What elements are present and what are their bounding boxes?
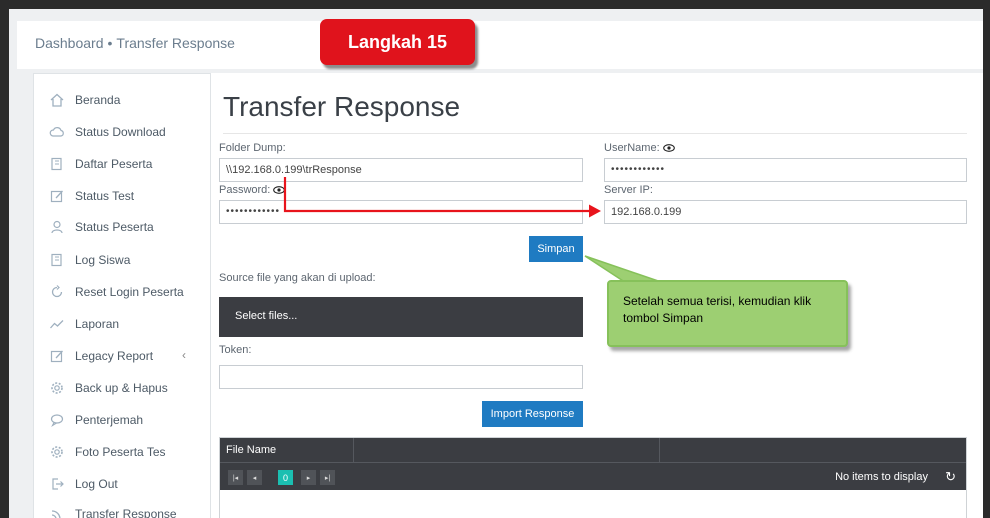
step-badge: Langkah 15 <box>320 19 475 65</box>
cloud-icon <box>48 124 66 140</box>
sidebar: Beranda Status Download Daftar Peserta S… <box>33 73 211 518</box>
chat-icon <box>48 412 66 428</box>
page-title: Transfer Response <box>223 91 461 122</box>
file-upload-dropzone[interactable]: Select files... <box>219 297 583 337</box>
server-ip-input[interactable]: 192.168.0.199 <box>604 200 967 224</box>
breadcrumb-dashboard[interactable]: Dashboard <box>35 35 104 51</box>
sidebar-item-reset-login[interactable]: Reset Login Peserta <box>48 282 184 302</box>
source-file-label: Source file yang akan di upload: <box>219 272 376 284</box>
username-input[interactable]: •••••••••••• <box>604 158 967 182</box>
sidebar-item-label: Status Download <box>75 125 166 139</box>
sidebar-item-label: Status Test <box>75 189 135 203</box>
token-label-text: Token: <box>219 344 252 356</box>
token-input[interactable] <box>219 365 583 389</box>
top-bar: Dashboard • Transfer Response Langkah 15 <box>17 19 983 69</box>
sidebar-item-label: Transfer Response <box>75 507 177 518</box>
column-3[interactable] <box>660 438 966 462</box>
sidebar-item-log-out[interactable]: Log Out <box>48 474 118 494</box>
server-ip-label-text: Server IP: <box>604 184 653 196</box>
app-frame: Dashboard • Transfer Response Langkah 15 B… <box>9 9 983 518</box>
home-icon <box>48 92 66 108</box>
sidebar-item-log-siswa[interactable]: Log Siswa <box>48 250 130 270</box>
files-icon <box>48 156 66 172</box>
token-label: Token: <box>219 344 251 356</box>
select-files-button[interactable]: Select files... <box>235 310 297 322</box>
breadcrumb-separator: • <box>107 35 113 51</box>
refresh-icon[interactable]: ↻ <box>945 469 956 485</box>
source-file-label-text: Source file yang akan di upload: <box>219 272 376 284</box>
edit-icon <box>48 188 66 204</box>
sidebar-item-penterjemah[interactable]: Penterjemah <box>48 410 143 430</box>
sidebar-item-label: Log Siswa <box>75 253 131 267</box>
folder-dump-input[interactable]: \\192.168.0.199\trResponse <box>219 158 583 182</box>
sidebar-item-label: Back up & Hapus <box>75 381 168 395</box>
import-response-button[interactable]: Import Response <box>482 401 583 427</box>
breadcrumb-current: Transfer Response <box>116 35 235 51</box>
prev-page-icon[interactable]: ◂ <box>247 470 262 485</box>
sidebar-item-status-test[interactable]: Status Test <box>48 186 134 206</box>
refresh-icon <box>48 284 66 300</box>
next-page-icon[interactable]: ▸ <box>301 470 316 485</box>
breadcrumb: Dashboard • Transfer Response <box>35 35 235 51</box>
username-label: UserName: <box>604 142 675 154</box>
sidebar-item-label: Status Peserta <box>75 220 154 234</box>
password-input[interactable]: •••••••••••• <box>219 200 583 224</box>
main-panel: Transfer Response Folder Dump: \\192.168… <box>211 73 983 518</box>
sidebar-item-status-peserta[interactable]: Status Peserta <box>48 217 154 237</box>
eye-icon[interactable] <box>662 144 675 152</box>
sidebar-item-label: Laporan <box>75 317 120 331</box>
instruction-callout: Setelah semua terisi, kemudian klik tomb… <box>607 280 848 347</box>
server-ip-label: Server IP: <box>604 184 653 196</box>
sidebar-item-label: Beranda <box>75 93 121 107</box>
gear-icon <box>48 380 66 396</box>
gear-icon <box>48 444 66 460</box>
first-page-icon[interactable]: |◂ <box>228 470 243 485</box>
sidebar-item-beranda[interactable]: Beranda <box>48 90 120 110</box>
chevron-left-icon[interactable]: ‹ <box>182 348 186 362</box>
folder-dump-label-text: Folder Dump: <box>219 142 286 154</box>
chart-line-icon <box>48 316 66 332</box>
sidebar-item-daftar-peserta[interactable]: Daftar Peserta <box>48 154 152 174</box>
sidebar-item-status-download[interactable]: Status Download <box>48 122 166 142</box>
sidebar-item-laporan[interactable]: Laporan <box>48 314 119 334</box>
password-label: Password: <box>219 184 286 196</box>
sidebar-item-label: Penterjemah <box>75 413 144 427</box>
folder-dump-label: Folder Dump: <box>219 142 286 154</box>
sidebar-item-label: Reset Login Peserta <box>75 285 184 299</box>
column-2[interactable] <box>354 438 660 462</box>
current-page[interactable]: 0 <box>278 470 293 485</box>
user-icon <box>48 219 66 235</box>
eye-icon[interactable] <box>273 186 286 194</box>
sidebar-item-backup-hapus[interactable]: Back up & Hapus <box>48 378 168 398</box>
sidebar-item-label: Log Out <box>75 477 118 491</box>
grid-pager: |◂ ◂ 0 ▸ ▸| No items to display ↻ <box>220 462 966 490</box>
sidebar-item-legacy-report[interactable]: Legacy Report <box>48 346 153 366</box>
logout-icon <box>48 476 66 492</box>
edit-icon <box>48 348 66 364</box>
username-label-text: UserName: <box>604 142 660 154</box>
sidebar-item-label: Foto Peserta Tes <box>75 445 166 459</box>
files-icon <box>48 252 66 268</box>
save-button[interactable]: Simpan <box>529 236 583 262</box>
rss-icon <box>48 506 66 518</box>
sidebar-item-transfer-response[interactable]: Transfer Response <box>48 504 177 518</box>
sidebar-item-label: Legacy Report <box>75 349 154 363</box>
file-grid: File Name |◂ ◂ 0 ▸ ▸| No items to displa… <box>219 437 967 518</box>
password-label-text: Password: <box>219 184 271 196</box>
sidebar-item-foto-peserta[interactable]: Foto Peserta Tes <box>48 442 166 462</box>
column-file-name[interactable]: File Name <box>220 438 354 462</box>
grid-header: File Name <box>220 438 966 462</box>
pager-info: No items to display <box>835 471 928 483</box>
last-page-icon[interactable]: ▸| <box>320 470 335 485</box>
sidebar-item-label: Daftar Peserta <box>75 157 153 171</box>
title-divider <box>223 133 967 134</box>
